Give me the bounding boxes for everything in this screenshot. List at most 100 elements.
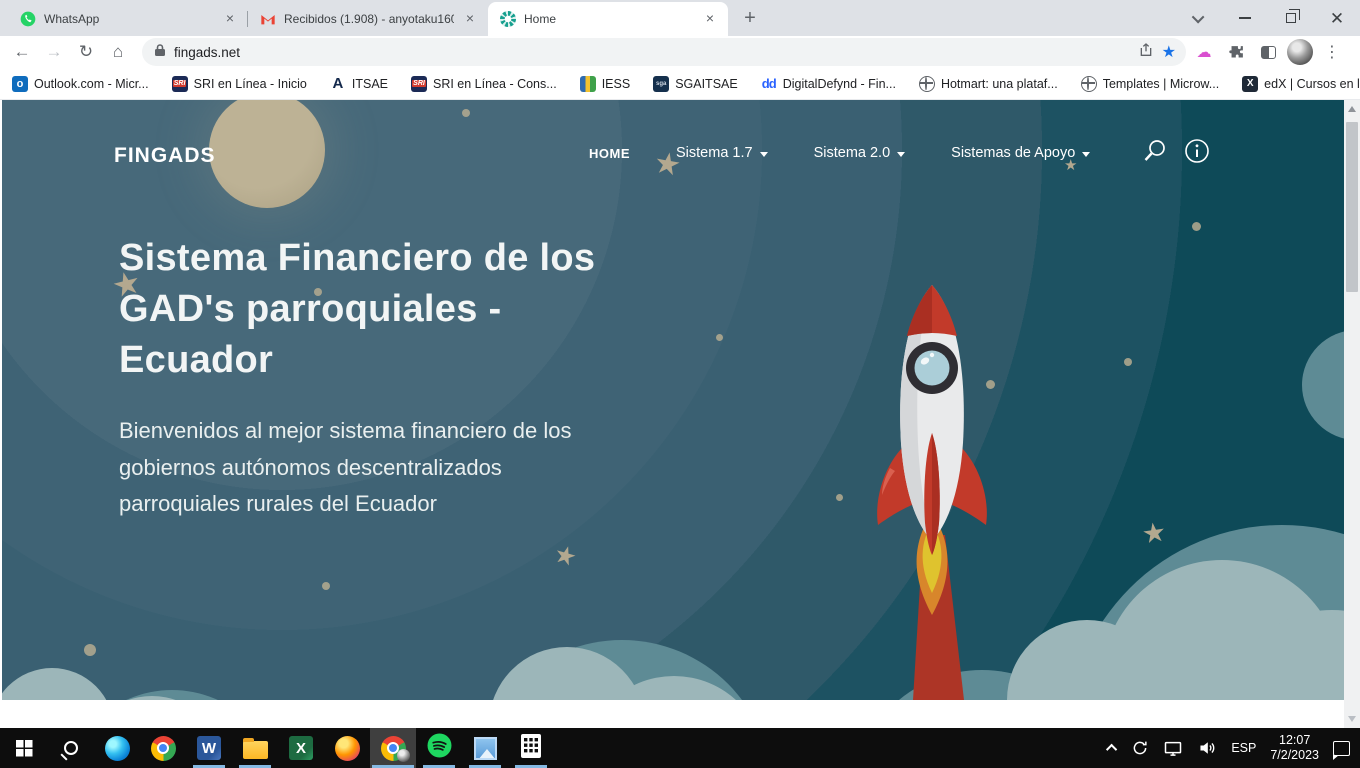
bookmark-sri-consultas[interactable]: SRISRI en Línea - Cons...	[411, 76, 557, 92]
taskbar-excel[interactable]: X	[278, 728, 324, 768]
word-icon: W	[197, 736, 221, 760]
extension-cloud-icon[interactable]: ☁	[1190, 38, 1218, 66]
calculator-icon	[520, 733, 542, 764]
site-header: FINGADS HOME Sistema 1.7 Sistema 2.0 Sis…	[2, 100, 1344, 210]
dot-decoration	[1192, 222, 1201, 231]
bookmark-sri-inicio[interactable]: SRISRI en Línea - Inicio	[172, 76, 307, 92]
restore-button[interactable]	[1268, 0, 1314, 36]
tab-search-button[interactable]	[1176, 0, 1222, 36]
gmail-icon	[260, 11, 276, 27]
close-icon[interactable]: ×	[462, 11, 478, 27]
url-text: fingads.net	[174, 45, 240, 60]
firefox-icon	[335, 736, 360, 761]
spotify-icon	[427, 733, 452, 763]
globe-icon	[919, 76, 935, 92]
excel-icon: X	[289, 736, 313, 760]
bookmark-edx[interactable]: XedX | Cursos en líne...	[1242, 76, 1360, 92]
reload-button[interactable]: ↻	[72, 38, 100, 66]
bookmark-hotmart[interactable]: Hotmart: una plataf...	[919, 76, 1058, 92]
close-icon[interactable]: ×	[222, 11, 238, 27]
tray-chevron-up-icon[interactable]	[1106, 744, 1117, 755]
globe-icon	[1081, 76, 1097, 92]
date: 7/2/2023	[1270, 748, 1319, 763]
dot-decoration	[84, 644, 96, 656]
bookmark-itsae[interactable]: AITSAE	[330, 76, 388, 92]
clock[interactable]: 12:07 7/2/2023	[1270, 733, 1319, 763]
bookmark-iess[interactable]: IESS	[580, 76, 631, 92]
close-window-button[interactable]: ✕	[1314, 0, 1360, 36]
sri-icon: SRI	[411, 76, 427, 92]
desktop: WhatsApp × Recibidos (1.908) - anyotaku1…	[0, 0, 1360, 768]
taskbar-chrome[interactable]	[140, 728, 186, 768]
minimize-button[interactable]	[1222, 0, 1268, 36]
browser-menu-icon[interactable]: ⋮	[1318, 38, 1346, 66]
bookmark-star-icon[interactable]: ★	[1162, 42, 1176, 62]
scrollbar-thumb[interactable]	[1346, 122, 1358, 292]
star-decoration: ★	[551, 541, 579, 571]
site-logo[interactable]: FINGADS	[114, 144, 216, 168]
scroll-up-arrow[interactable]	[1348, 106, 1356, 112]
tab-home-active[interactable]: Home ×	[488, 2, 728, 36]
chevron-down-icon	[897, 152, 905, 157]
side-panel-icon[interactable]	[1254, 38, 1282, 66]
address-bar[interactable]: fingads.net ★	[142, 38, 1186, 66]
home-button[interactable]: ⌂	[104, 38, 132, 66]
taskbar-search-button[interactable]	[48, 728, 94, 768]
photos-icon	[474, 737, 497, 760]
notification-center-icon[interactable]	[1333, 741, 1350, 756]
bookmarks-bar: oOutlook.com - Micr... SRISRI en Línea -…	[0, 68, 1360, 100]
language-indicator[interactable]: ESP	[1231, 741, 1256, 755]
bookmark-digitaldefynd[interactable]: ddDigitalDefynd - Fin...	[761, 76, 896, 92]
taskbar-edge[interactable]	[94, 728, 140, 768]
nav-sistema-2-0[interactable]: Sistema 2.0	[814, 145, 906, 161]
forward-button[interactable]: →	[40, 38, 68, 66]
taskbar-photos[interactable]	[462, 728, 508, 768]
nav-home[interactable]: HOME	[589, 146, 630, 161]
tray-sync-icon[interactable]	[1131, 739, 1149, 757]
profile-avatar[interactable]	[1286, 38, 1314, 66]
dot-decoration	[1124, 358, 1132, 366]
close-icon: ✕	[1330, 10, 1344, 27]
tab-gmail[interactable]: Recibidos (1.908) - anyotaku1606 ×	[248, 2, 488, 36]
page-title: Sistema Financiero de los GAD's parroqui…	[119, 233, 595, 386]
itsae-icon: A	[330, 76, 346, 92]
site-info-icon[interactable]	[1184, 138, 1210, 164]
folder-icon	[243, 741, 268, 759]
system-tray: ESP 12:07 7/2/2023	[1109, 733, 1360, 763]
taskbar-firefox[interactable]	[324, 728, 370, 768]
time: 12:07	[1270, 733, 1319, 748]
minimize-icon	[1239, 17, 1251, 19]
taskbar-spotify[interactable]	[416, 728, 462, 768]
close-icon[interactable]: ×	[702, 11, 718, 27]
dot-decoration	[836, 494, 843, 501]
sri-icon: SRI	[172, 76, 188, 92]
new-tab-button[interactable]: +	[736, 5, 764, 33]
taskbar-calculator[interactable]	[508, 728, 554, 768]
tab-title: WhatsApp	[44, 12, 214, 26]
bookmark-outlook[interactable]: oOutlook.com - Micr...	[12, 76, 149, 92]
fingads-favicon	[500, 11, 516, 27]
scrollbar[interactable]	[1344, 100, 1360, 728]
edx-icon: X	[1242, 76, 1258, 92]
cloud	[1302, 330, 1344, 440]
sgaitsae-icon: sga	[653, 76, 669, 92]
taskbar-chrome-active[interactable]	[370, 728, 416, 768]
hero-section: ★ ★ ★ ★ ★	[2, 100, 1344, 700]
bookmark-sgaitsae[interactable]: sgaSGAITSAE	[653, 76, 738, 92]
start-button[interactable]	[0, 728, 48, 768]
taskbar-file-explorer[interactable]	[232, 728, 278, 768]
nav-sistema-1-7[interactable]: Sistema 1.7	[676, 145, 768, 161]
taskbar-word[interactable]: W	[186, 728, 232, 768]
back-button[interactable]: ←	[8, 38, 36, 66]
volume-icon[interactable]	[1197, 739, 1217, 757]
window-controls: ✕	[1176, 0, 1360, 36]
nav-sistemas-de-apoyo[interactable]: Sistemas de Apoyo	[951, 145, 1090, 161]
lock-icon	[154, 43, 166, 62]
share-icon[interactable]	[1138, 42, 1154, 63]
scroll-down-arrow[interactable]	[1348, 716, 1356, 722]
network-icon[interactable]	[1163, 740, 1183, 757]
extensions-puzzle-icon[interactable]	[1222, 38, 1250, 66]
tab-whatsapp[interactable]: WhatsApp ×	[8, 2, 248, 36]
bookmark-templates[interactable]: Templates | Microw...	[1081, 76, 1219, 92]
site-search-icon[interactable]	[1142, 138, 1168, 164]
